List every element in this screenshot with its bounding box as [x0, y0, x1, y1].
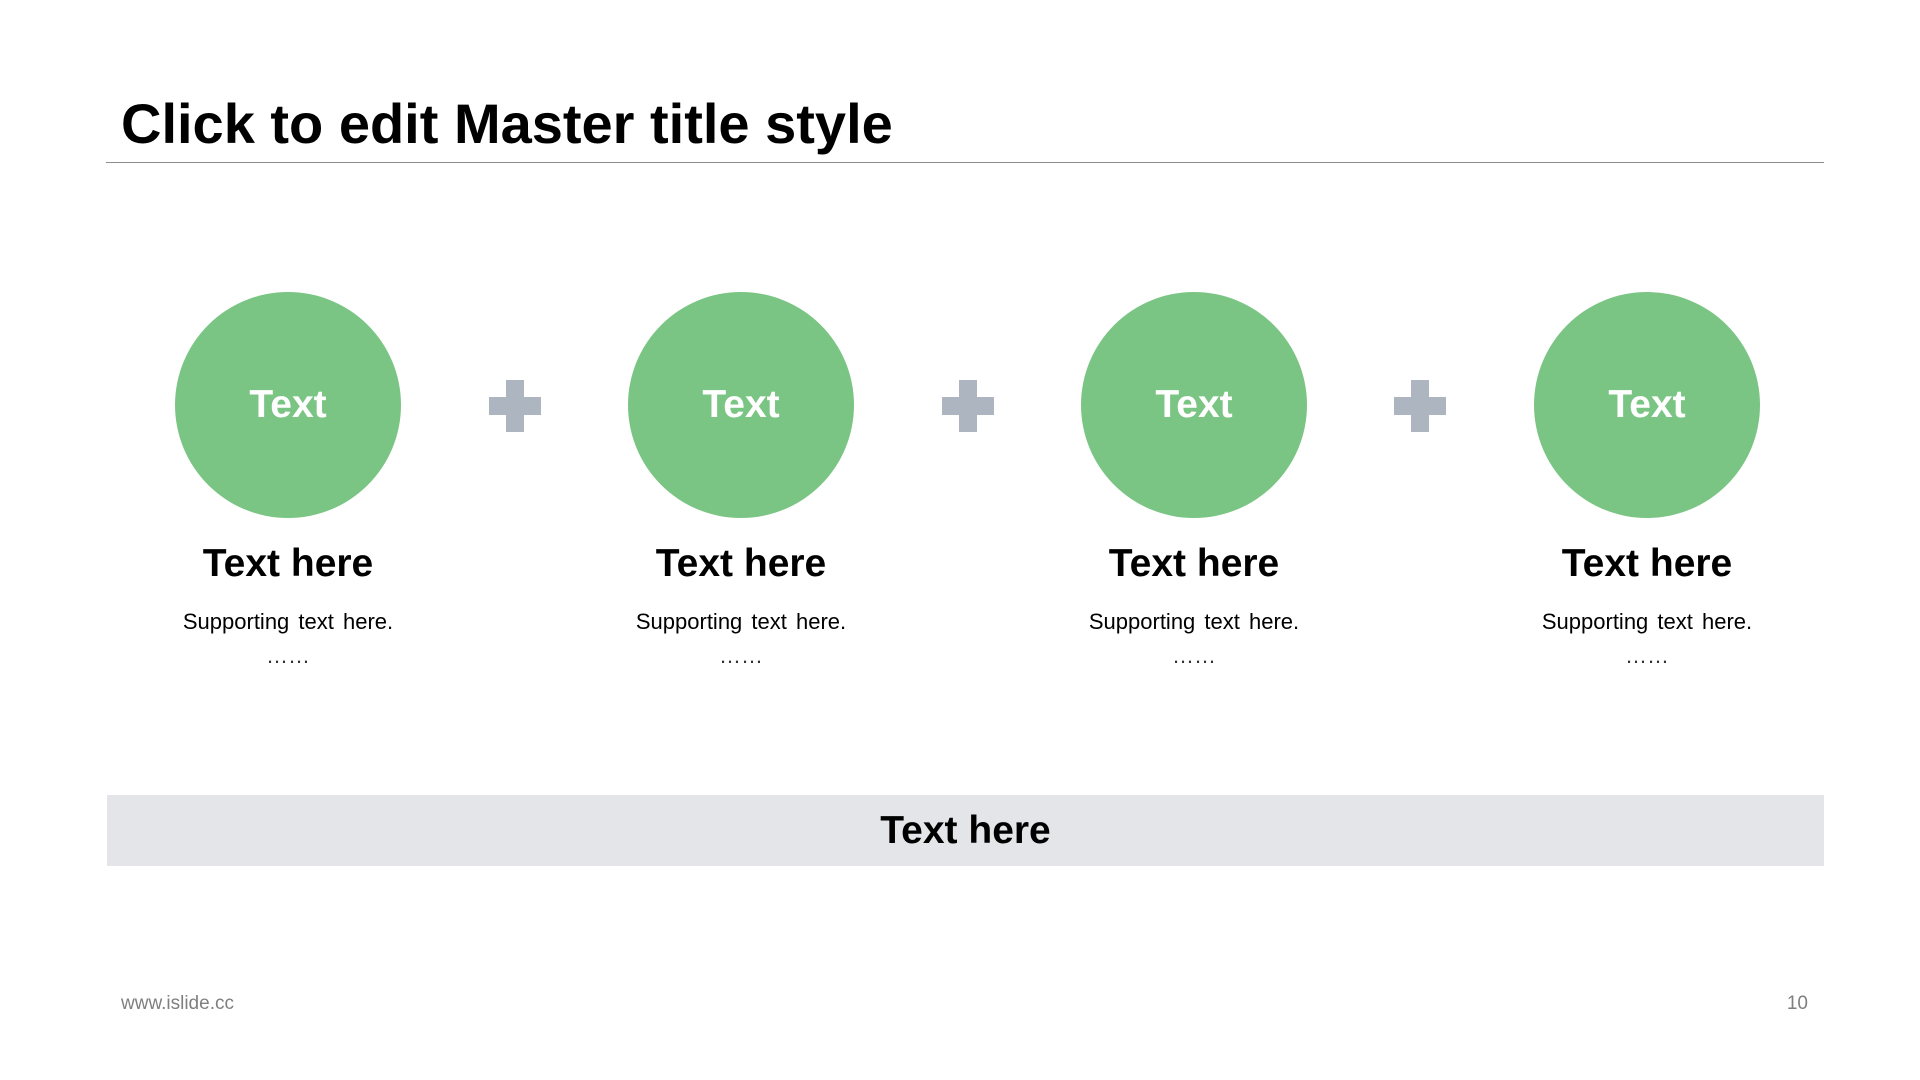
- page-number: 10: [1786, 993, 1808, 1014]
- step-ellipsis: ……: [1172, 643, 1216, 668]
- step-circle: Text: [1081, 292, 1307, 518]
- step-supporting-text: Supporting text here.: [1541, 609, 1753, 634]
- summary-bar: Text here: [107, 795, 1824, 866]
- plus-icon: [489, 380, 541, 432]
- plus-icon: [1394, 380, 1446, 432]
- step-1: Text Text here Supporting text here. ……: [88, 292, 488, 670]
- step-circle: Text: [628, 292, 854, 518]
- step-4: Text Text here Supporting text here. ……: [1447, 292, 1847, 670]
- step-3: Text Text here Supporting text here. ……: [994, 292, 1394, 670]
- step-heading: Text here: [202, 542, 374, 585]
- step-heading: Text here: [1108, 542, 1280, 585]
- step-heading: Text here: [655, 542, 827, 585]
- step-supporting-text: Supporting text here.: [1088, 609, 1300, 634]
- step-heading: Text here: [1561, 542, 1733, 585]
- step-circle: Text: [1534, 292, 1760, 518]
- step-ellipsis: ……: [719, 643, 763, 668]
- footer-website: www.islide.cc: [121, 993, 234, 1014]
- step-circle: Text: [175, 292, 401, 518]
- plus-icon: [942, 380, 994, 432]
- step-supporting-text: Supporting text here.: [182, 609, 394, 634]
- slide-title: Click to edit Master title style: [121, 92, 893, 155]
- step-supporting-text: Supporting text here.: [635, 609, 847, 634]
- title-divider: [106, 162, 1824, 163]
- step-ellipsis: ……: [1625, 643, 1669, 668]
- step-2: Text Text here Supporting text here. ……: [541, 292, 941, 670]
- step-ellipsis: ……: [266, 643, 310, 668]
